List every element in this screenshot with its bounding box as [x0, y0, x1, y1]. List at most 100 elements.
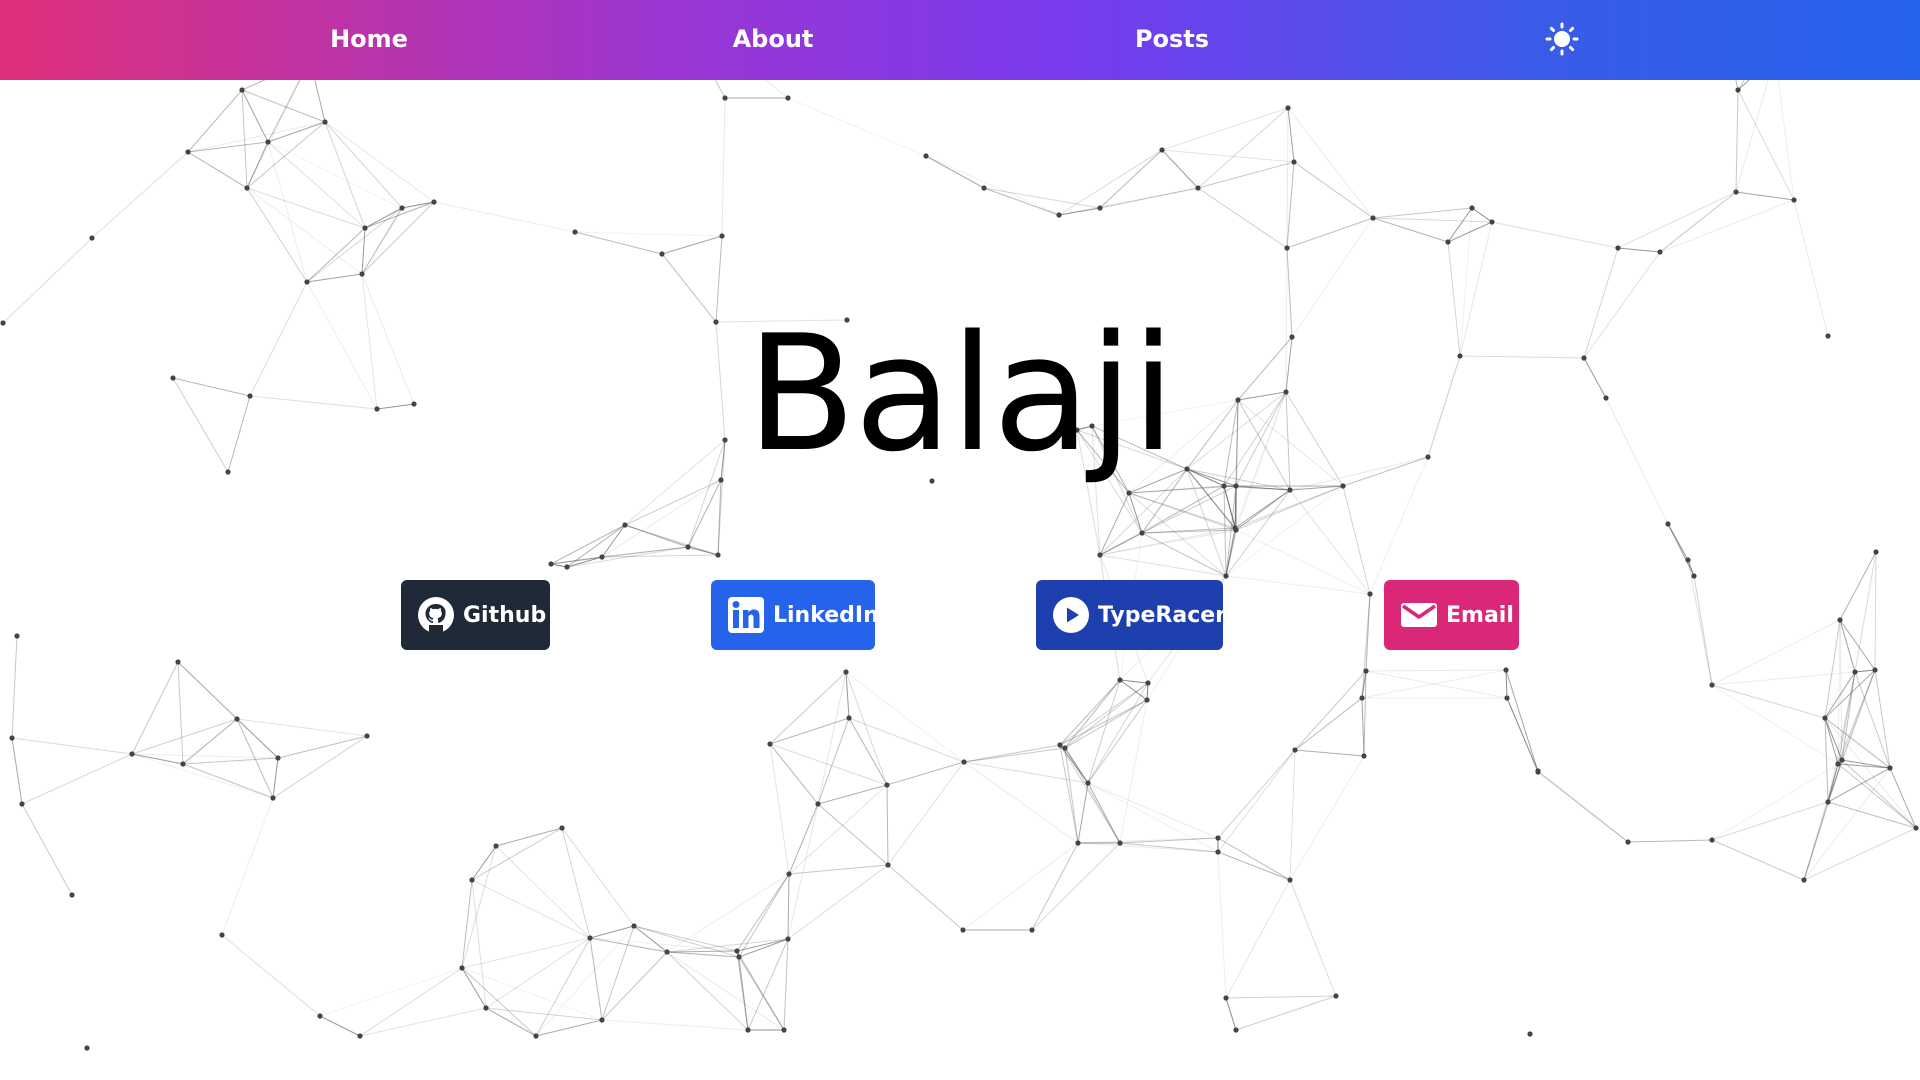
network-link [983, 187, 1060, 216]
network-link [666, 873, 790, 953]
network-link [887, 864, 964, 931]
network-node [1872, 667, 1878, 673]
nav-home-link[interactable]: Home [330, 0, 408, 80]
network-link [747, 938, 789, 1031]
network-node [564, 564, 570, 570]
network-link [1217, 851, 1291, 881]
network-link [246, 187, 366, 229]
network-link [1837, 763, 1917, 829]
network-link [787, 97, 927, 157]
network-node [846, 715, 852, 721]
network-node [219, 932, 225, 938]
network-node [1709, 682, 1715, 688]
network-node [599, 1017, 605, 1023]
email-button[interactable]: Email [1384, 580, 1519, 650]
network-node [1735, 87, 1741, 93]
network-node [1359, 695, 1365, 701]
nav-posts-link[interactable]: Posts [1135, 0, 1209, 80]
network-node [1287, 877, 1293, 883]
network-link [461, 845, 497, 969]
network-link [1294, 697, 1363, 751]
github-button[interactable]: Github [401, 580, 550, 650]
network-node [180, 761, 186, 767]
network-node [1504, 695, 1510, 701]
network-link [1839, 551, 1877, 621]
network-node [587, 935, 593, 941]
network-link [1289, 749, 1296, 881]
network-node [129, 751, 135, 757]
network-link [246, 187, 308, 283]
network-link [601, 524, 626, 558]
theme-toggle-button[interactable] [1545, 22, 1579, 56]
network-node [234, 716, 240, 722]
play-circle-icon [1052, 595, 1090, 635]
network-node [1223, 995, 1229, 1001]
network-node [9, 735, 15, 741]
network-link [1225, 995, 1337, 999]
network-node [1333, 993, 1339, 999]
network-link [1839, 619, 1856, 673]
network-node [533, 1033, 539, 1039]
network-link [1059, 682, 1149, 746]
network-link [601, 951, 668, 1021]
network-link [1293, 161, 1374, 219]
network-node [275, 755, 281, 761]
network-link [1294, 749, 1365, 757]
network-link [1235, 529, 1371, 595]
network-link [1087, 782, 1219, 839]
network-link [963, 747, 1066, 763]
network-node [84, 1045, 90, 1051]
network-node [1839, 757, 1845, 763]
nav-about-link[interactable]: About [733, 0, 814, 80]
network-link [1506, 697, 1539, 773]
network-link [589, 925, 635, 939]
network-link [1161, 107, 1289, 151]
network-link [1087, 699, 1148, 784]
network-link [1161, 149, 1199, 189]
network-node [1367, 591, 1373, 597]
network-link [1099, 554, 1227, 577]
network-link [1693, 575, 1713, 686]
network-node [960, 927, 966, 933]
network-link [1087, 682, 1149, 784]
network-node [734, 948, 740, 954]
network-link [887, 761, 965, 866]
network-link [736, 938, 789, 952]
network-link [788, 803, 819, 875]
network-link [1711, 801, 1829, 841]
network-node [923, 153, 929, 159]
network-node [1223, 573, 1229, 579]
linkedin-icon [727, 595, 765, 635]
network-node [357, 1033, 363, 1039]
network-link [589, 937, 603, 1021]
network-node [715, 552, 721, 558]
network-link [1099, 149, 1163, 209]
network-link [925, 155, 985, 189]
network-link [1225, 575, 1371, 595]
network-node [1361, 753, 1367, 759]
network-link [1286, 107, 1289, 249]
network-node [1535, 769, 1541, 775]
network-node [304, 279, 310, 285]
network-link [1537, 771, 1629, 843]
network-node [631, 923, 637, 929]
network-link [721, 97, 726, 237]
network-link [1824, 619, 1841, 719]
network-link [1837, 669, 1876, 765]
network-link [1141, 485, 1237, 534]
network-link [589, 937, 668, 953]
network-link [1735, 89, 1739, 193]
network-link [267, 141, 403, 209]
linkedin-button[interactable]: LinkedIn [711, 580, 879, 650]
network-link [925, 155, 1060, 216]
typeracer-button[interactable]: TypeRacer [1036, 580, 1226, 650]
network-link [182, 718, 238, 765]
network-link [461, 967, 603, 1021]
network-node [493, 843, 499, 849]
network-node [362, 225, 368, 231]
network-node [1195, 185, 1201, 191]
network-node [843, 669, 849, 675]
network-link [241, 89, 326, 123]
network-link [1287, 107, 1295, 163]
network-link [886, 761, 965, 786]
